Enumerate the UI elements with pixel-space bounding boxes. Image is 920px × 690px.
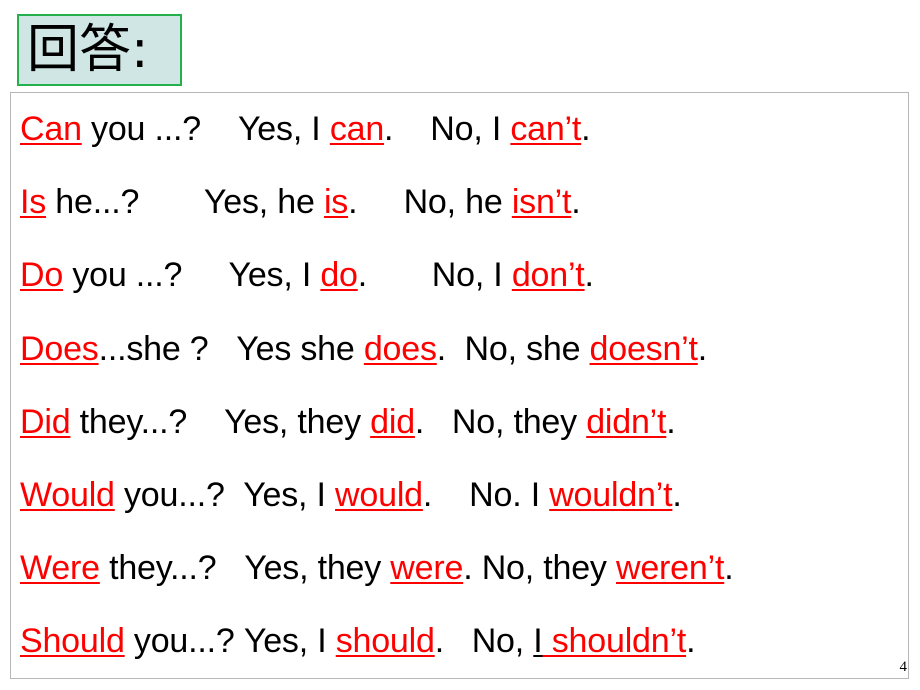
affirmative-verb: should xyxy=(335,622,435,661)
qa-table: Can you ...? Yes, I can. No, I can’t. Is… xyxy=(10,92,909,679)
row-gap-1 xyxy=(182,256,228,295)
negative-lead: No, they xyxy=(481,549,616,588)
row-gap-2 xyxy=(432,476,469,515)
question-aux: Can xyxy=(20,110,82,149)
affirmative-tail: . xyxy=(348,183,358,222)
affirmative-lead: Yes, I xyxy=(237,110,330,149)
affirmative-lead: Yes she xyxy=(236,329,364,368)
affirmative-lead: Yes, I xyxy=(228,256,321,295)
table-row: Would you...? Yes, I would. No. I wouldn… xyxy=(11,459,908,532)
table-row: Were they...? Yes, they were. No, they w… xyxy=(11,532,908,605)
negative-verb: can’t xyxy=(510,110,582,149)
affirmative-verb: do xyxy=(320,256,358,295)
row-gap-2 xyxy=(424,403,452,442)
row-gap-2 xyxy=(472,549,481,588)
row-gap-2 xyxy=(444,622,472,661)
negative-verb: didn’t xyxy=(586,402,667,441)
question-rest: you...? xyxy=(124,622,235,661)
table-row: Should you...? Yes, I should. No, I shou… xyxy=(11,605,908,678)
question-aux: Would xyxy=(20,476,115,515)
negative-lead: No, they xyxy=(451,402,587,441)
affirmative-tail: . xyxy=(414,402,425,441)
affirmative-tail: . xyxy=(384,110,394,149)
page-title: 回答: xyxy=(27,20,149,80)
affirmative-tail: . xyxy=(463,549,473,588)
question-aux: Do xyxy=(20,256,64,295)
affirmative-tail: . xyxy=(434,622,444,661)
table-row: Did they...? Yes, they did. No, they did… xyxy=(11,386,908,459)
negative-verb: don’t xyxy=(511,256,585,295)
affirmative-lead: Yes, I xyxy=(243,476,336,515)
page-number: 4 xyxy=(899,659,908,675)
question-aux: Is xyxy=(20,183,47,222)
negative-lead: No, she xyxy=(464,329,590,368)
negative-lead: No, xyxy=(471,622,534,661)
question-rest: you...? xyxy=(114,476,225,515)
question-rest: they...? xyxy=(99,549,217,588)
question-rest: he...? xyxy=(46,183,140,222)
negative-verb: shouldn’t xyxy=(542,622,687,661)
question-rest: ...she ? xyxy=(98,329,209,368)
row-gap-1 xyxy=(235,622,244,661)
question-rest: you ...? xyxy=(63,256,183,295)
table-row: Can you ...? Yes, I can. No, I can’t. xyxy=(11,93,908,166)
negative-lead: No. I xyxy=(469,476,550,515)
negative-tail: . xyxy=(686,622,696,661)
negative-lead: No, I xyxy=(431,256,512,295)
affirmative-tail: . xyxy=(436,329,447,368)
affirmative-verb: would xyxy=(335,476,423,515)
affirmative-lead: Yes, they xyxy=(244,549,391,588)
question-aux: Were xyxy=(20,549,100,588)
affirmative-lead: Yes, he xyxy=(203,183,324,222)
negative-tail: . xyxy=(571,183,581,222)
table-row: Does ...she ? Yes she does. No, she doesn… xyxy=(11,313,908,386)
table-row: Do you ...? Yes, I do. No, I don’t. xyxy=(11,239,908,312)
negative-verb: wouldn’t xyxy=(549,476,673,515)
slide: 回答: Can you ...? Yes, I can. No, I can’t… xyxy=(0,0,920,690)
negative-tail: . xyxy=(697,329,708,368)
row-gap-2 xyxy=(357,183,403,222)
title-box: 回答: xyxy=(17,14,182,86)
affirmative-lead: Yes, I xyxy=(243,622,336,661)
row-gap-1 xyxy=(216,549,244,588)
negative-lead: No, I xyxy=(430,110,511,149)
row-gap-2 xyxy=(393,110,430,149)
row-gap-1 xyxy=(201,110,238,149)
affirmative-tail: . xyxy=(357,256,368,295)
question-aux: Did xyxy=(20,402,71,441)
negative-tail: . xyxy=(666,402,676,441)
question-rest: you ...? xyxy=(81,110,201,149)
row-gap-1 xyxy=(187,403,224,442)
affirmative-verb: did xyxy=(370,402,415,441)
affirmative-tail: . xyxy=(422,476,433,515)
question-aux: Does xyxy=(20,329,99,368)
table-row: Is he...? Yes, he is. No, he isn’t. xyxy=(11,166,908,239)
row-gap-1 xyxy=(139,183,204,222)
affirmative-verb: is xyxy=(323,183,349,222)
negative-tail: . xyxy=(672,476,682,515)
row-gap-1 xyxy=(225,476,244,515)
affirmative-verb: does xyxy=(363,329,437,368)
negative-tail: . xyxy=(584,256,594,295)
negative-subject: I xyxy=(533,622,543,661)
negative-tail: . xyxy=(581,110,591,149)
question-rest: they...? xyxy=(70,402,188,441)
negative-verb: doesn’t xyxy=(589,329,698,368)
row-gap-2 xyxy=(446,330,465,369)
negative-tail: . xyxy=(724,549,734,588)
negative-verb: weren’t xyxy=(615,549,725,588)
question-aux: Should xyxy=(20,622,125,661)
affirmative-lead: Yes, they xyxy=(224,402,371,441)
negative-lead: No, he xyxy=(403,183,512,222)
affirmative-verb: can xyxy=(329,110,385,149)
negative-verb: isn’t xyxy=(511,183,572,222)
row-gap-2 xyxy=(367,256,432,295)
row-gap-1 xyxy=(209,330,237,369)
affirmative-verb: were xyxy=(390,549,464,588)
